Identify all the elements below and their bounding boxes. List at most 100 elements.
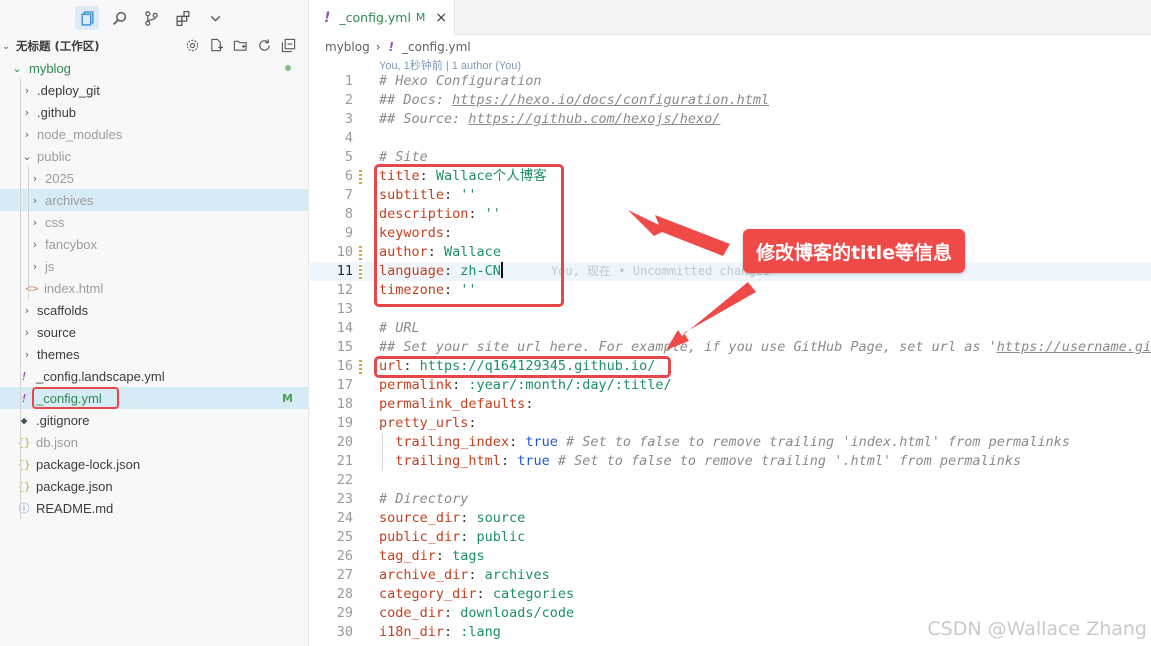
info-file-icon: ⓘ	[18, 502, 30, 515]
line-number: 4	[344, 130, 353, 146]
source-control-icon[interactable]	[139, 6, 163, 30]
tree-item-2025[interactable]: › 2025	[0, 167, 308, 189]
tree-item-archives[interactable]: › archives	[0, 189, 308, 211]
tree-item-github[interactable]: › .github	[0, 101, 308, 123]
collapse-all-icon[interactable]	[280, 37, 297, 54]
html-file-icon: <>	[25, 281, 39, 295]
modified-dot	[285, 65, 291, 71]
workspace-header[interactable]: ⌄ 无标题 (工作区)	[0, 35, 308, 57]
code-token: :	[444, 624, 461, 640]
line-number: 27	[336, 567, 353, 583]
tree-item-gitignore[interactable]: ◆ .gitignore	[0, 409, 308, 431]
line-number: 30	[336, 624, 353, 640]
code-line[interactable]: 26 tag_dir: tags	[310, 547, 1151, 566]
close-icon[interactable]: ×	[435, 10, 447, 26]
tree-root-myblog[interactable]: ⌄ myblog	[0, 57, 308, 79]
watermark: CSDN @Wallace Zhang	[927, 618, 1147, 640]
new-file-icon[interactable]	[208, 37, 225, 54]
code-line[interactable]: 22	[310, 471, 1151, 490]
code-line[interactable]: 18 permalink_defaults:	[310, 395, 1151, 414]
json-file-icon: {}	[17, 457, 31, 471]
tab-config-yml[interactable]: ! _config.yml M ×	[310, 0, 455, 35]
line-number: 6	[344, 168, 353, 184]
highlight-box-config-file	[32, 387, 119, 409]
code-token: :year/:month/:day/:title/	[468, 377, 672, 393]
code-text: tag_dir: tags	[379, 547, 485, 566]
code-line[interactable]: 21 trailing_html: true # Set to false to…	[310, 452, 1151, 471]
explorer-actions	[184, 37, 297, 54]
git-change-marker	[359, 169, 362, 184]
code-token: :	[435, 548, 453, 564]
chevron-right-icon: ›	[24, 325, 30, 339]
highlight-box-url	[374, 356, 671, 378]
breadcrumb-file[interactable]: _config.yml	[402, 40, 471, 54]
tree-item-public[interactable]: ⌄ public	[0, 145, 308, 167]
code-line[interactable]: 4	[310, 129, 1151, 148]
line-number: 22	[336, 472, 353, 488]
tree-item-db-json[interactable]: {} db.json	[0, 431, 308, 453]
explorer-icon[interactable]	[75, 6, 99, 30]
line-number: 1	[344, 73, 353, 89]
git-change-marker	[359, 245, 362, 260]
tree-item-readme-md[interactable]: ⓘ README.md	[0, 497, 308, 519]
tree-item-deploy-git[interactable]: › .deploy_git	[0, 79, 308, 101]
tree-item-themes[interactable]: › themes	[0, 343, 308, 365]
tree-item-config-yml[interactable]: ! _config.yml M	[0, 387, 308, 409]
code-token: # Set to false to remove trailing 'index…	[557, 434, 1070, 450]
tree-item-package-json[interactable]: {} package.json	[0, 475, 308, 497]
code-token: permalink	[379, 377, 453, 393]
code-line[interactable]: 1 # Hexo Configuration	[310, 72, 1151, 91]
code-text: archive_dir: archives	[379, 566, 550, 585]
line-number: 26	[336, 548, 353, 564]
code-token: ## Docs:	[379, 92, 453, 108]
chevron-down-icon[interactable]	[203, 6, 227, 30]
tree-item-scaffolds[interactable]: › scaffolds	[0, 299, 308, 321]
code-line[interactable]: 2 ## Docs: https://hexo.io/docs/configura…	[310, 91, 1151, 110]
tree-item-config-landscape-yml[interactable]: ! _config.landscape.yml	[0, 365, 308, 387]
line-number: 24	[336, 510, 353, 526]
tree-item-package-lock-json[interactable]: {} package-lock.json	[0, 453, 308, 475]
git-change-marker	[359, 264, 362, 279]
yml-file-icon: !	[324, 9, 331, 26]
extensions-icon[interactable]	[171, 6, 195, 30]
new-folder-icon[interactable]	[232, 37, 249, 54]
code-token: code_dir	[379, 605, 445, 621]
search-icon[interactable]	[107, 6, 131, 30]
line-number: 11	[336, 263, 353, 279]
code-line[interactable]: 19 pretty_urls:	[310, 414, 1151, 433]
line-number: 14	[336, 320, 353, 336]
line-number: 8	[344, 206, 353, 222]
breadcrumb-folder[interactable]: myblog	[325, 40, 370, 54]
line-number: 2	[344, 92, 353, 108]
settings-icon[interactable]	[184, 37, 201, 54]
code-line[interactable]: 28 category_dir: categories	[310, 585, 1151, 604]
refresh-icon[interactable]	[256, 37, 273, 54]
tree-item-node-modules[interactable]: › node_modules	[0, 123, 308, 145]
code-token: source	[476, 510, 526, 526]
code-line[interactable]: 3 ## Source: https://github.com/hexojs/he…	[310, 110, 1151, 129]
code-token: archive_dir	[379, 567, 469, 583]
blame-codelens[interactable]: You, 1秒钟前 | 1 author (You)	[379, 57, 521, 73]
breadcrumb: myblog › ! _config.yml	[325, 38, 471, 56]
code-line[interactable]: 15 ## Set your site url here. For example…	[310, 338, 1151, 357]
code-line[interactable]: 17 permalink: :year/:month/:day/:title/	[310, 376, 1151, 395]
tree-item-source[interactable]: › source	[0, 321, 308, 343]
code-token: :lang	[460, 624, 501, 640]
tree-item-index-html[interactable]: <> index.html	[0, 277, 308, 299]
tree-item-css[interactable]: › css	[0, 211, 308, 233]
code-token: categories	[492, 586, 575, 602]
line-number: 5	[344, 149, 353, 165]
line-number: 3	[344, 111, 353, 127]
code-token: source_dir	[379, 510, 461, 526]
line-number: 25	[336, 529, 353, 545]
code-token: ## Source:	[379, 111, 469, 127]
code-line[interactable]: 27 archive_dir: archives	[310, 566, 1151, 585]
code-line[interactable]: 23 # Directory	[310, 490, 1151, 509]
code-line[interactable]: 25 public_dir: public	[310, 528, 1151, 547]
code-line[interactable]: 20 trailing_index: true # Set to false t…	[310, 433, 1151, 452]
tree-item-js[interactable]: › js	[0, 255, 308, 277]
tree-item-fancybox[interactable]: › fancybox	[0, 233, 308, 255]
code-line[interactable]: 24 source_dir: source	[310, 509, 1151, 528]
code-line[interactable]: 14 # URL	[310, 319, 1151, 338]
git-change-marker	[359, 359, 362, 374]
